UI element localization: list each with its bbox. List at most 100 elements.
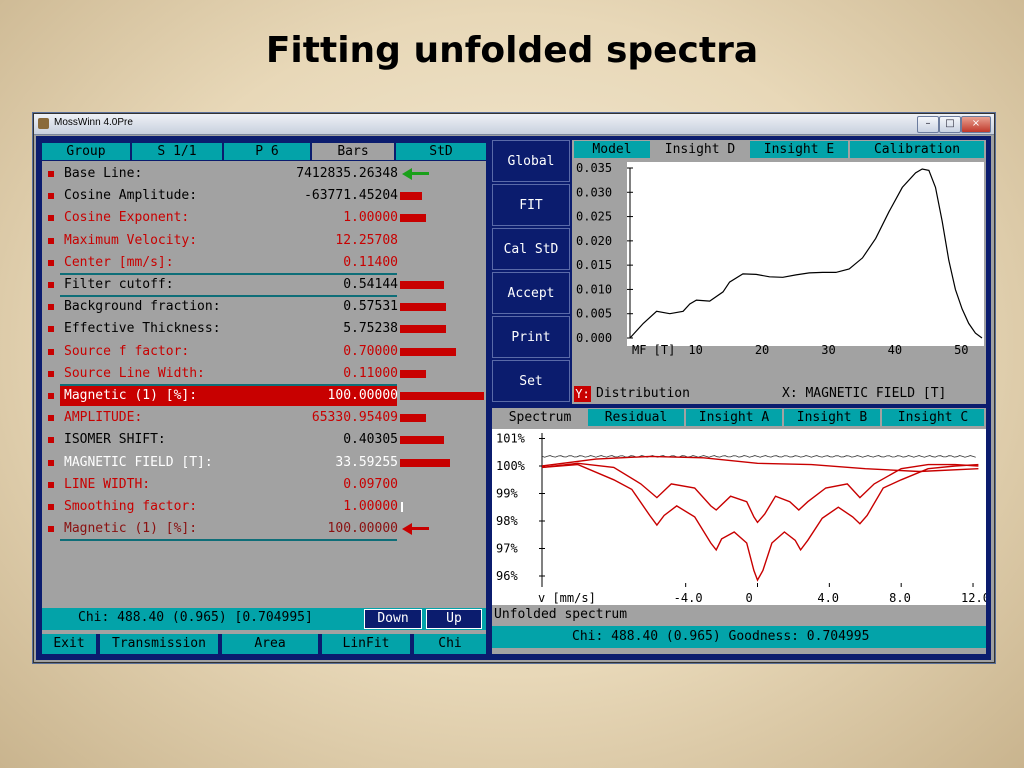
x-tick-label: -4.0 [674,591,703,605]
param-value[interactable]: 100.00000 [328,518,398,540]
param-value[interactable]: 0.11400 [343,252,398,274]
arrow-shaft [411,172,429,175]
close-icon[interactable]: × [961,116,991,133]
x-tick-label: 30 [821,343,835,357]
cal-std-button[interactable]: Cal StD [492,228,570,270]
param-row[interactable]: Cosine Amplitude: -63771.45204 [42,185,486,207]
area-button[interactable]: Area [222,634,318,654]
y-axis-name: Distribution [596,386,690,401]
fit-button[interactable]: FIT [492,184,570,226]
group-tab[interactable]: Group [42,143,130,160]
param-row[interactable]: Cosine Exponent: 1.00000 [42,207,486,229]
param-row[interactable]: Base Line: 7412835.26348 [42,163,486,185]
std-bar [400,347,456,356]
maximize-icon[interactable]: □ [939,116,961,133]
global-button[interactable]: Global [492,140,570,182]
param-bullet-icon [48,237,54,244]
spectrum-chart: 101% 100% 99% 98% 97% 96% v [mm/s] -4.0 0 4.0 8.0 1… [492,429,986,605]
unfolded-text: Unfolded spectrum [494,607,628,622]
tab-spectrum[interactable]: Spectrum [494,409,586,426]
action-buttons: Global FIT Cal StD Accept Print Set [492,140,570,404]
slide-title: Fitting unfolded spectra [265,30,759,71]
y-tick-label: 0.035 [576,161,612,175]
axis-legend-row: Y: Distribution X: MAGNETIC FIELD [T] [572,384,986,404]
tab-insight-d[interactable]: Insight D [652,141,748,158]
param-value[interactable]: -63771.45204 [304,185,398,207]
param-bullet-icon [48,481,54,488]
tab-insight-c[interactable]: Insight C [882,409,984,426]
param-value[interactable]: 100.00000 [328,385,398,407]
param-row[interactable]: Source Line Width: 0.11000 [42,363,486,385]
std-bar [400,369,426,378]
window-titlebar[interactable]: MossWinn 4.0Pre – □ × [34,114,994,135]
param-name: Background fraction: [64,299,221,315]
param-row[interactable]: AMPLITUDE: 65330.95409 [42,407,486,429]
x-axis-name: X: MAGNETIC FIELD [T] [782,386,947,401]
x-tick-label: 0 [746,591,753,605]
transmission-button[interactable]: Transmission [100,634,218,654]
param-name: Filter cutoff: [64,277,174,292]
accept-button[interactable]: Accept [492,272,570,314]
tab-residual[interactable]: Residual [588,409,684,426]
param-name: Magnetic (1) [%]: [64,388,198,403]
print-button[interactable]: Print [492,316,570,358]
x-tick-label: 10 [688,343,702,357]
param-row[interactable]: Background fraction: 0.57531 [42,296,486,318]
spectrum-selector[interactable]: S 1/1 [132,143,222,160]
param-row[interactable]: Source f factor: 0.70000 [42,341,486,363]
distribution-panel: Model Insight D Insight E Calibration 0.… [572,140,986,404]
page-selector[interactable]: P 6 [224,143,310,160]
param-row[interactable]: ISOMER SHIFT: 0.40305 [42,429,486,451]
param-bullet-icon [48,415,54,422]
param-value[interactable]: 7412835.26348 [296,163,398,185]
client-area: Group S 1/1 P 6 Bars StD Base Line: 74128… [36,136,991,660]
minimize-icon[interactable]: – [917,116,939,133]
param-value[interactable]: 5.75238 [343,318,398,340]
exit-button[interactable]: Exit [42,634,96,654]
param-row[interactable]: Filter cutoff: 0.54144 [42,274,486,296]
linfit-button[interactable]: LinFit [322,634,410,654]
std-tab[interactable]: StD [396,143,486,160]
x-axis-label: MF [T] [632,343,675,357]
down-button[interactable]: Down [364,609,422,629]
param-row[interactable]: Effective Thickness: 5.75238 [42,318,486,340]
param-value[interactable]: 12.25708 [335,230,398,252]
tab-insight-e[interactable]: Insight E [750,141,848,158]
y-tick-label: 0.030 [576,185,612,199]
param-value[interactable]: 0.70000 [343,341,398,363]
param-value[interactable]: 1.00000 [343,496,398,518]
param-row[interactable]: LINE WIDTH: 0.09700 [42,474,486,496]
param-value[interactable]: 0.11000 [343,363,398,385]
param-value[interactable]: 0.57531 [343,296,398,318]
set-button[interactable]: Set [492,360,570,402]
param-row[interactable]: Smoothing factor: 1.00000 [42,496,486,518]
param-row[interactable]: MAGNETIC FIELD [T]: 33.59255 [42,452,486,474]
param-value[interactable]: 33.59255 [335,452,398,474]
x-tick-label: 20 [755,343,769,357]
param-value[interactable]: 0.40305 [343,429,398,451]
tab-insight-a[interactable]: Insight A [686,409,782,426]
param-row[interactable]: Maximum Velocity: 12.25708 [42,230,486,252]
param-row[interactable]: Magnetic (1) [%]: 100.00000 [42,518,486,540]
param-value[interactable]: 0.09700 [343,474,398,496]
param-row[interactable]: Center [mm/s]: 0.11400 [42,252,486,274]
spectrum-panel: Spectrum Residual Insight A Insight B In… [492,408,986,654]
tab-calibration[interactable]: Calibration [850,141,984,158]
bottom-toolbar: Exit Transmission Area LinFit Chi [42,634,486,654]
y-tick-label: 99% [496,487,518,501]
param-value[interactable]: 0.54144 [343,274,398,296]
param-bullet-icon [48,370,54,377]
param-header: Group S 1/1 P 6 Bars StD [42,142,486,161]
param-value[interactable]: 1.00000 [343,207,398,229]
tab-model[interactable]: Model [574,141,650,158]
group-separator [60,539,397,542]
tab-insight-b[interactable]: Insight B [784,409,880,426]
up-button[interactable]: Up [426,609,482,629]
param-name: Smoothing factor: [64,499,198,514]
y-tick-label: 100% [496,459,526,473]
y-tick-label: 97% [496,542,518,556]
bars-tab[interactable]: Bars [312,143,394,160]
param-row[interactable]: Magnetic (1) [%]: 100.00000 [42,385,486,407]
param-value[interactable]: 65330.95409 [312,407,398,429]
chi-button[interactable]: Chi [414,634,486,654]
